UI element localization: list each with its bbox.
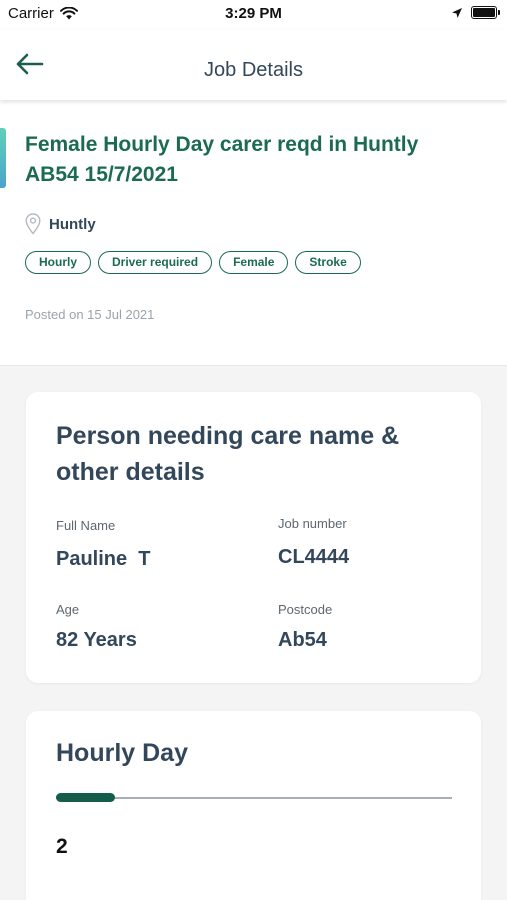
page-title: Job Details: [204, 59, 303, 81]
status-bar: Carrier 3:29 PM: [0, 0, 507, 30]
postcode-value: Ab54: [278, 629, 327, 651]
full-name-label: Full Name: [56, 518, 116, 533]
job-header: Female Hourly Day carer reqd in Huntly A…: [0, 100, 507, 366]
tag-list: Hourly Driver required Female Stroke: [25, 251, 361, 274]
full-name-value: Pauline T: [56, 548, 151, 570]
person-details-card: Person needing care name & other details…: [26, 392, 481, 683]
progress-track: [56, 797, 452, 799]
tag-female: Female: [219, 251, 289, 274]
progress-value: 2: [56, 835, 68, 858]
location-row: Huntly: [25, 213, 96, 235]
navigation-bar: Job Details: [0, 30, 507, 100]
job-title: Female Hourly Day carer reqd in Huntly A…: [25, 133, 419, 186]
posted-date: Posted on 15 Jul 2021: [25, 307, 155, 322]
battery-icon: [471, 6, 500, 19]
location-arrow-icon: [452, 7, 462, 18]
job-number-value: CL4444: [278, 546, 350, 568]
schedule-card: Hourly Day 2: [26, 711, 481, 900]
progress-fill: [56, 793, 116, 802]
person-card-title: Person needing care name & other details: [56, 422, 400, 486]
age-value: 82 Years: [56, 629, 137, 651]
map-pin-icon: [25, 213, 41, 235]
age-label: Age: [56, 602, 80, 617]
location-text: Huntly: [49, 215, 96, 233]
job-number-label: Job number: [278, 516, 347, 531]
status-right-icons: [451, 6, 500, 19]
tag-stroke: Stroke: [295, 251, 361, 274]
schedule-card-title: Hourly Day: [56, 739, 188, 767]
tag-hourly: Hourly: [25, 251, 92, 274]
postcode-label: Postcode: [278, 602, 333, 617]
status-time: 3:29 PM: [225, 5, 282, 22]
tag-driver-required: Driver required: [98, 251, 213, 274]
accent-bar: [0, 128, 6, 188]
